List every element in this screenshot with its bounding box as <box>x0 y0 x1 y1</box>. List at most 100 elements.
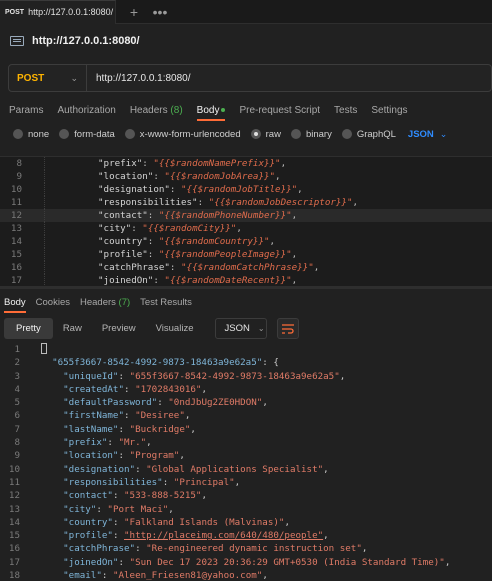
tab-params[interactable]: Params <box>9 105 43 116</box>
tab-pre-request-script[interactable]: Pre-request Script <box>239 105 320 116</box>
editor-line: 15 "profile": "{{$randomPeopleImage}}", <box>0 248 492 261</box>
tab-settings[interactable]: Settings <box>371 105 407 116</box>
json-link-value[interactable]: "http://placeimg.com/640/480/people" <box>124 529 323 542</box>
body-option-urlencoded[interactable]: x-www-form-urlencoded <box>124 129 241 140</box>
wrap-lines-icon[interactable] <box>277 318 300 339</box>
response-view-toolbar: Pretty Raw Preview Visualize JSON ⌄ <box>4 318 300 339</box>
json-key: "country" <box>63 516 113 528</box>
body-option-none[interactable]: none <box>13 129 49 140</box>
body-format-select[interactable]: JSON ⌄ <box>406 129 447 140</box>
json-punct: : <box>169 184 181 195</box>
body-option-graphql[interactable]: GraphQL <box>341 129 396 140</box>
json-punct: : <box>118 370 130 382</box>
response-tab-body[interactable]: Body <box>4 296 26 313</box>
view-preview-button[interactable]: Preview <box>92 318 146 339</box>
tab-authorization[interactable]: Authorization <box>57 105 115 116</box>
response-tab-test-results[interactable]: Test Results <box>140 297 192 308</box>
json-key: "firstName" <box>63 410 124 422</box>
response-tab-headers[interactable]: Headers (7) <box>80 297 130 308</box>
tab-body[interactable]: Body <box>196 105 226 121</box>
body-option-label: form-data <box>74 128 115 140</box>
line-number: 9 <box>16 171 22 182</box>
tab-params-label: Params <box>9 104 44 116</box>
json-punct: , <box>236 223 242 234</box>
line-number: 12 <box>8 490 20 502</box>
response-line: 12 "contact": "533-888-5215", <box>0 489 492 502</box>
url-input[interactable] <box>96 72 476 84</box>
json-punct: : <box>118 556 130 568</box>
json-punct: : <box>107 437 119 449</box>
new-tab-plus-icon[interactable]: + <box>126 4 142 20</box>
json-punct: , <box>234 476 241 488</box>
active-tab-underline <box>4 310 26 313</box>
method-select[interactable]: POST ⌄ <box>9 65 87 91</box>
editor-line: 11 "responsibilities": "{{$randomJobDescr… <box>0 196 492 209</box>
request-body-editor[interactable]: 8 "prefix": "{{$randomNamePrefix}}", 9 "loc… <box>0 156 492 286</box>
response-line: 17 "joinedOn": "Sun Dec 17 2023 20:36:29… <box>0 556 492 569</box>
editor-line: 10 "designation": "{{$randomJobTitle}}", <box>0 183 492 196</box>
editor-line: 12 "contact": "{{$randomPhoneNumber}}", <box>0 209 492 222</box>
indent-guide <box>44 222 98 235</box>
json-punct: : <box>142 158 154 169</box>
json-key: "country" <box>98 236 148 247</box>
request-tabs: Params Authorization Headers (8) Body Pr… <box>9 101 422 121</box>
response-tab-cookies[interactable]: Cookies <box>36 297 70 308</box>
view-pretty-button[interactable]: Pretty <box>4 318 53 339</box>
cursor-box <box>41 343 47 354</box>
url-bar: POST ⌄ <box>8 64 492 92</box>
body-option-binary[interactable]: binary <box>290 128 332 140</box>
response-body-viewer[interactable]: 122 "655f3667-8542-4992-9873-18463a9e62a… <box>0 343 492 581</box>
body-format-value: JSON <box>407 128 434 140</box>
json-punct: : <box>135 543 147 555</box>
view-visualize-button[interactable]: Visualize <box>146 318 204 339</box>
body-option-raw[interactable]: raw <box>250 128 281 140</box>
response-tab-body-label: Body <box>4 296 26 308</box>
json-value: "Program" <box>129 450 180 462</box>
json-key: "contact" <box>63 490 113 502</box>
json-punct: : <box>131 223 143 234</box>
pane-divider[interactable] <box>0 286 492 289</box>
json-key: "location" <box>63 450 119 462</box>
body-option-label: raw <box>265 128 281 140</box>
json-punct: , <box>269 236 276 247</box>
more-options-icon[interactable]: ••• <box>152 4 168 20</box>
json-value: "Re-engineered dynamic instruction set" <box>146 543 362 555</box>
json-punct: : <box>135 463 147 475</box>
editor-line: 13 "city": "{{$randomCity}}", <box>0 222 492 235</box>
json-punct: , <box>146 437 152 449</box>
tab-tests[interactable]: Tests <box>334 105 357 116</box>
view-raw-button[interactable]: Raw <box>53 318 92 339</box>
indent-guide <box>44 248 98 261</box>
response-line: 3 "uniqueId": "655f3667-8542-4992-9873-1… <box>0 370 492 383</box>
tab-headers[interactable]: Headers (8) <box>130 105 183 116</box>
json-punct: : <box>162 476 174 488</box>
json-key: "location" <box>98 171 154 182</box>
chevron-down-icon: ⌄ <box>439 128 448 139</box>
body-option-form-data[interactable]: form-data <box>59 129 115 140</box>
body-option-label: binary <box>305 128 332 140</box>
response-format-select[interactable]: JSON ⌄ <box>215 318 268 339</box>
json-punct: , <box>444 556 451 568</box>
json-key: "responsibilities" <box>98 197 198 208</box>
json-key: "city" <box>63 503 97 515</box>
tab-tests-label: Tests <box>334 104 358 116</box>
request-tab[interactable]: POST http://127.0.0.1:8080/ <box>0 0 116 24</box>
indent-guide <box>44 183 98 196</box>
radio-icon <box>341 129 352 139</box>
request-title[interactable]: http://127.0.0.1:8080/ <box>32 35 140 47</box>
line-number: 4 <box>14 383 20 395</box>
indent-guide <box>44 235 98 248</box>
indent-guide <box>44 209 98 222</box>
